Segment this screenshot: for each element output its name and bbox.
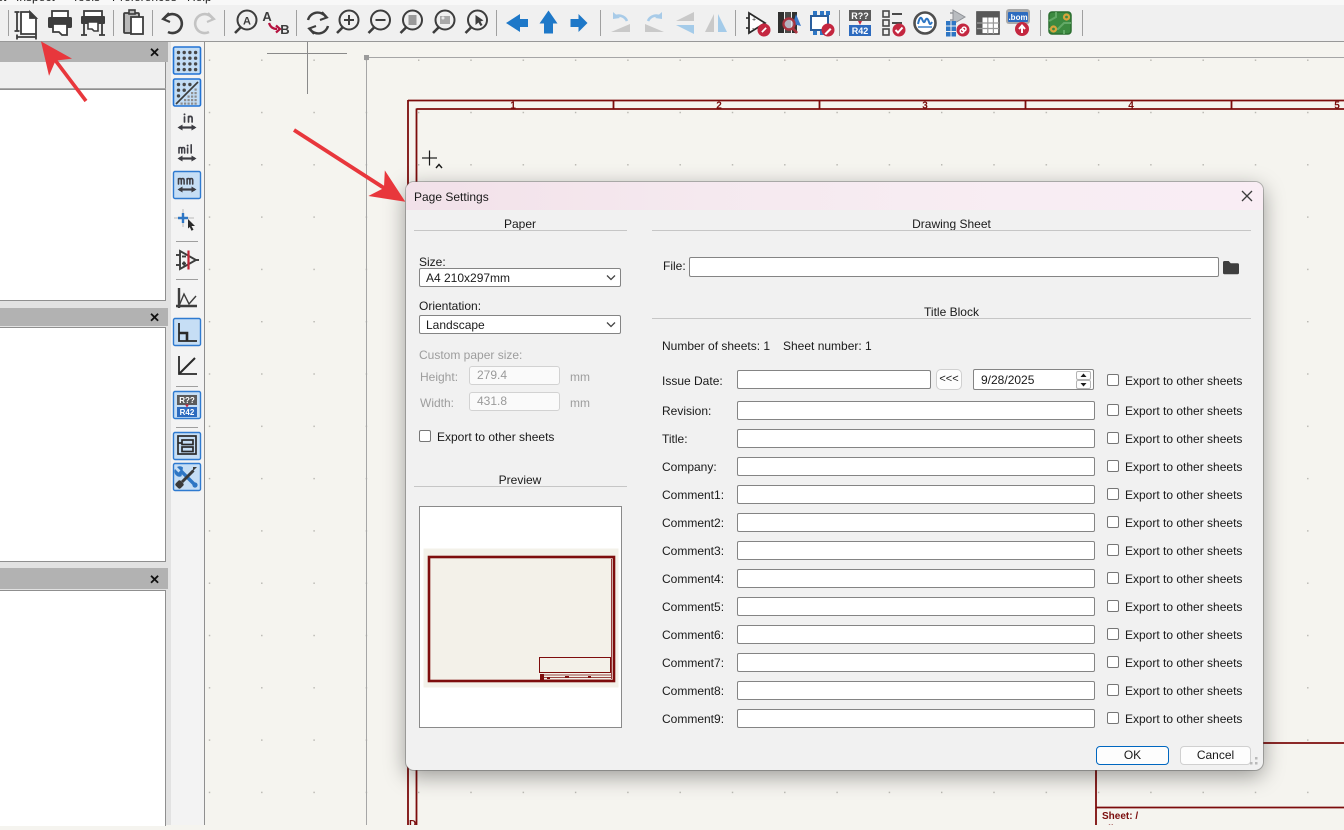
svg-text:R??: R??: [851, 11, 869, 21]
svg-text:R??: R??: [179, 396, 195, 405]
svg-text:R42: R42: [852, 26, 869, 36]
svg-text:A: A: [262, 9, 272, 24]
svg-text:2: 2: [716, 101, 722, 112]
svg-text:1: 1: [510, 101, 516, 112]
svg-text:.bom: .bom: [1008, 13, 1027, 22]
svg-text:D: D: [409, 819, 416, 825]
svg-text:3: 3: [922, 101, 928, 112]
svg-text:4: 4: [1128, 101, 1134, 112]
svg-text:A: A: [243, 16, 251, 28]
svg-text:R42: R42: [180, 408, 195, 417]
svg-text:+: +: [752, 17, 756, 24]
svg-text:5: 5: [1334, 101, 1340, 112]
svg-text:B: B: [280, 22, 289, 37]
svg-text:Sheet: /: Sheet: /: [1102, 811, 1138, 822]
